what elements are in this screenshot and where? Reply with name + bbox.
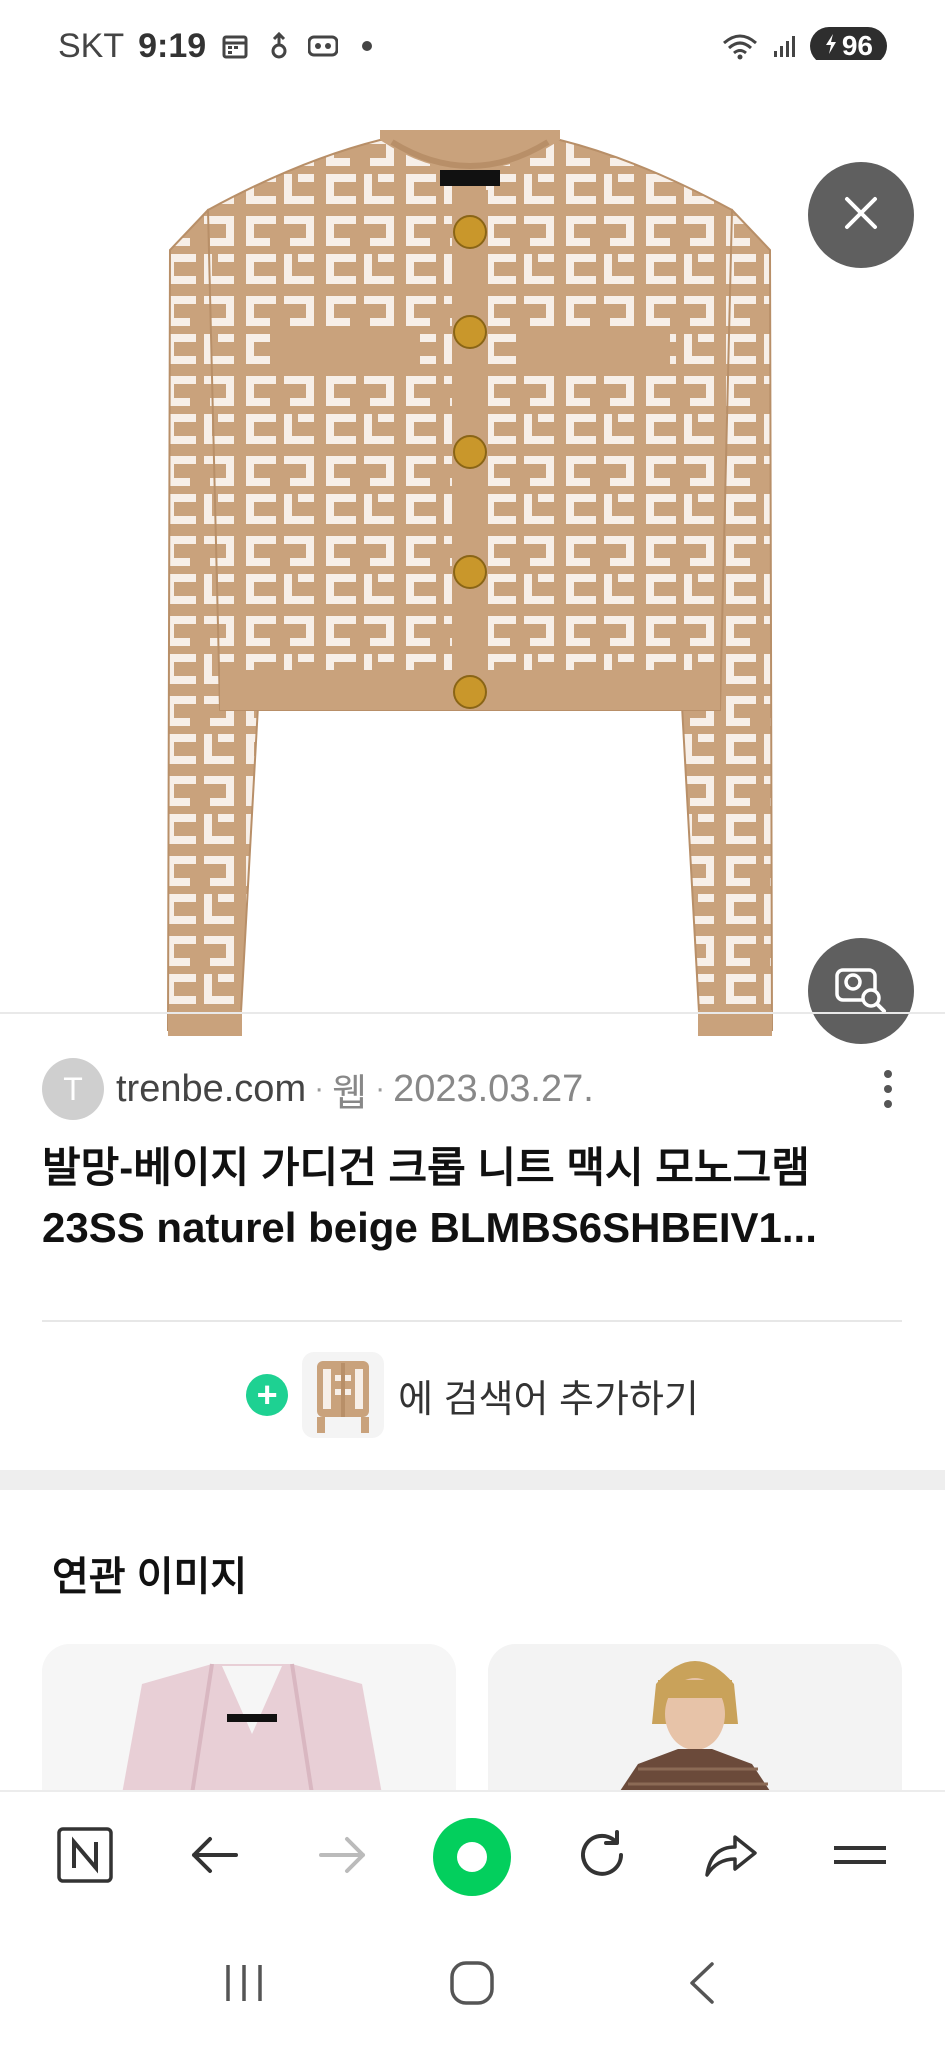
plus-icon: + [246,1374,289,1416]
recent-apps-button[interactable] [194,1935,294,2035]
menu-icon [832,1840,888,1875]
section-separator [0,1470,945,1490]
more-vertical-icon[interactable] [868,1058,908,1120]
back-button[interactable] [164,1807,264,1907]
calendar-icon [220,31,250,61]
dot-icon [352,31,382,61]
divider [0,1012,945,1014]
related-image-card[interactable] [488,1644,902,1794]
system-navigation-bar [0,1922,945,2048]
image-search-button[interactable] [808,938,914,1044]
signal-icon [770,31,800,61]
forward-arrow-icon [317,1833,369,1882]
home-icon [448,1959,496,2012]
recent-apps-icon [222,1963,266,2008]
browser-toolbar [0,1790,945,1922]
related-images-heading: 연관 이미지 [52,1555,248,1599]
meta-separator: · [375,1072,386,1105]
green-dot-icon [433,1818,512,1896]
home-button[interactable] [422,1935,522,2035]
result-title-line: 23SS naturel beige BLMBS6SHBEIV1... [42,1204,817,1251]
result-title-line: 발망-베이지 가디건 크롭 니트 맥시 모노그램 [42,1144,810,1191]
green-dot-button[interactable] [422,1807,522,1907]
back-arrow-icon [188,1833,240,1882]
system-back-button[interactable] [651,1935,751,2035]
add-keyword-label: 에 검색어 추가하기 [398,1378,699,1421]
battery-charging-icon [824,30,838,62]
back-icon [686,1960,716,2011]
result-title-link[interactable]: 발망-베이지 가디건 크롭 니트 맥시 모노그램 23SS naturel be… [42,1138,908,1258]
naver-home-button[interactable] [35,1807,135,1907]
wifi-icon [720,31,760,61]
site-favicon: T [42,1058,104,1120]
share-button[interactable] [681,1807,781,1907]
meta-separator: · [314,1072,325,1105]
menu-button[interactable] [810,1807,910,1907]
result-date: 2023.03.27. [393,1067,594,1110]
source-type: 웹 [332,1072,368,1115]
image-search-icon [833,964,889,1019]
add-search-keyword-button[interactable]: + 에 검색어 추가하기 [0,1352,945,1438]
refresh-button[interactable] [552,1807,652,1907]
close-button[interactable] [808,162,914,268]
result-source-row: T trenbe.com · 웹 · 2023.03.27. [42,1058,908,1120]
refresh-icon [575,1828,629,1887]
close-icon [841,193,881,238]
site-domain[interactable]: trenbe.com [116,1068,306,1111]
forward-button[interactable] [293,1807,393,1907]
related-image-card[interactable] [42,1644,456,1794]
battery-level: 96 [841,30,873,61]
divider [42,1320,902,1322]
product-image[interactable] [160,130,780,1045]
image-thumbnail [302,1352,385,1438]
share-icon [703,1831,759,1884]
image-viewer[interactable] [0,60,945,1044]
naver-home-icon [56,1826,114,1889]
voicemail-icon [308,31,339,61]
notification-icon [264,31,294,61]
